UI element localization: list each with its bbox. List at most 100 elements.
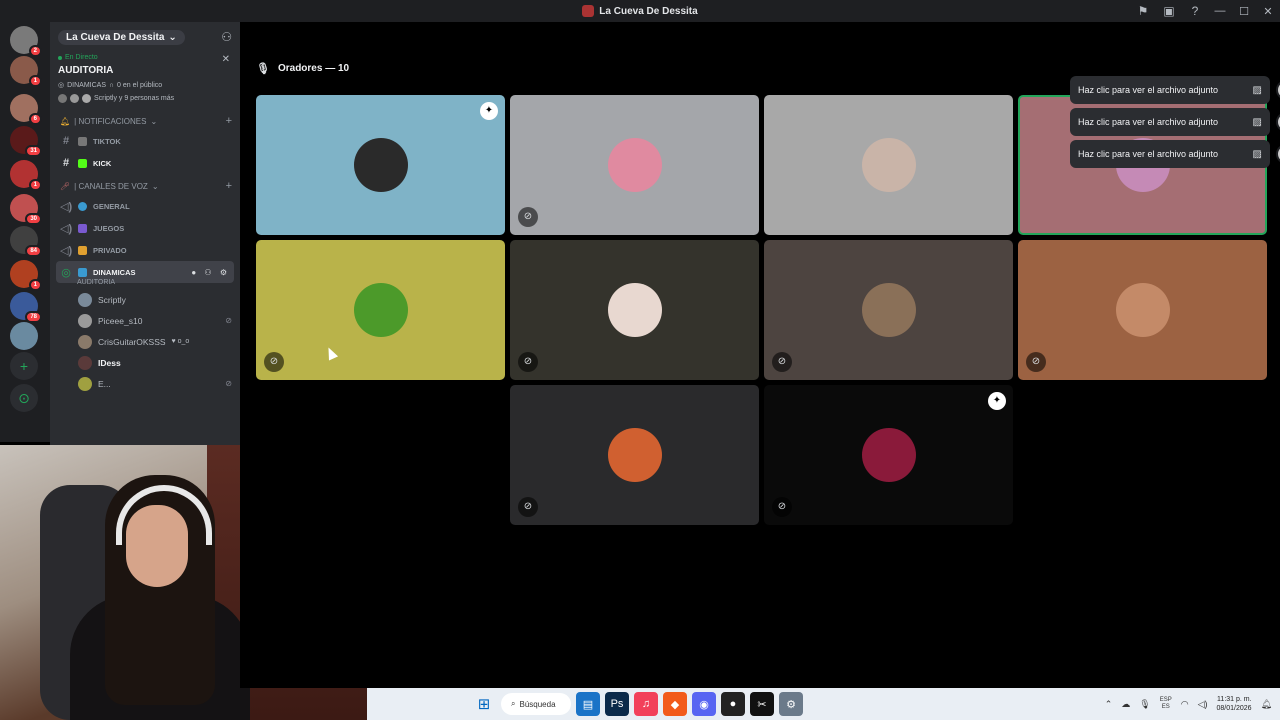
avatar	[78, 334, 92, 349]
channel-sublabel: AUDITORIA	[77, 279, 115, 286]
server-icon[interactable]: 1	[10, 56, 42, 87]
voice-user[interactable]: Piceee_s10 ⊘	[50, 310, 240, 331]
window-title-text: La Cueva De Dessita	[599, 5, 698, 17]
lock-icon	[78, 245, 87, 255]
notification-bell-icon[interactable]: 🔔︎	[1261, 699, 1272, 710]
server-icon[interactable]: 78	[10, 292, 42, 323]
server-name-pill[interactable]: La Cueva De Dessita ⌄	[58, 29, 185, 45]
voice-channel-privado[interactable]: ◁) PRIVADO	[50, 239, 240, 261]
channel-label: KICK	[93, 158, 112, 168]
avatar	[861, 428, 916, 482]
clock[interactable]: 11:31 p. m. 08/01/2026	[1217, 695, 1252, 713]
avatar	[861, 283, 916, 337]
onedrive-icon[interactable]: ☁	[1121, 699, 1130, 710]
server-icon[interactable]: 1	[10, 260, 42, 291]
channel-sidebar: La Cueva De Dessita ⌄ ⚇ En Directo AUDIT…	[50, 22, 240, 445]
speaker-tile[interactable]: ⊘	[510, 95, 759, 235]
discover-icon[interactable]: ⊙	[10, 384, 38, 412]
add-channel-icon[interactable]: +	[226, 180, 232, 192]
voice-user[interactable]: E... ⊘	[50, 373, 240, 394]
inbox-icon[interactable]: ▣	[1156, 4, 1182, 18]
toast-text: Haz clic para ver el archivo adjunto	[1078, 149, 1219, 159]
server-icon[interactable]: 30	[10, 194, 42, 225]
speaker-tile[interactable]: ⊘	[510, 385, 759, 525]
lang-bottom: ES	[1161, 704, 1170, 710]
speaker-tile[interactable]: ⊘	[510, 240, 759, 380]
unread-badge: 78	[25, 311, 42, 323]
server-icon[interactable]: 1	[10, 160, 42, 191]
avatar	[1276, 80, 1280, 100]
live-details: ◎ DINAMICAS ∩ 0 en el público	[58, 81, 232, 90]
server-icon[interactable]: 6	[10, 94, 42, 125]
server-icon[interactable]: 2	[10, 26, 42, 57]
server-icon[interactable]: 31	[10, 126, 42, 157]
avatar	[1276, 144, 1280, 164]
attachment-toast[interactable]: Haz clic para ver el archivo adjunto ▨	[1070, 76, 1280, 104]
avatar	[353, 138, 408, 192]
voice-channel-juegos[interactable]: ◁) JUEGOS	[50, 217, 240, 239]
obs-icon[interactable]: ●	[721, 692, 745, 716]
mic-muted-icon: ⊘	[225, 379, 232, 388]
stage-icon: ◎	[61, 266, 71, 279]
voice-channel-general[interactable]: ◁) GENERAL	[50, 195, 240, 217]
voice-user[interactable]: IDess	[50, 352, 240, 373]
capcut-icon[interactable]: ✂	[750, 692, 774, 716]
language-indicator[interactable]: ESP ES	[1160, 697, 1172, 711]
voice-user[interactable]: CrisGuitarOKSSS ♥ o_o	[50, 331, 240, 352]
attachment-toast[interactable]: Haz clic para ver el archivo adjunto ▨	[1070, 140, 1280, 168]
voice-user[interactable]: Scriptly	[50, 289, 240, 310]
hashtag-icon: #	[62, 135, 70, 147]
speaker-tile[interactable]: ⊘	[764, 240, 1013, 380]
server-icon[interactable]	[10, 322, 38, 350]
channel-label: GENERAL	[93, 201, 130, 211]
moderator-badge-icon: ✦	[480, 102, 498, 120]
unread-badge: 1	[28, 279, 42, 291]
toast-text: Haz clic para ver el archivo adjunto	[1078, 117, 1219, 127]
add-channel-icon[interactable]: +	[226, 115, 232, 127]
server-icon[interactable]: 84	[10, 226, 42, 257]
add-server-icon[interactable]: +	[10, 352, 38, 380]
maximize-button[interactable]: ☐	[1232, 5, 1256, 18]
discord-icon[interactable]: ◉	[692, 692, 716, 716]
channel-label: DINAMICAS	[93, 267, 136, 277]
wifi-icon[interactable]: ◠	[1181, 699, 1189, 710]
close-button[interactable]: ✕	[1256, 5, 1280, 18]
live-stage-card[interactable]: En Directo AUDITORIA ◎ DINAMICAS ∩ 0 en …	[50, 52, 240, 109]
speaker-tile[interactable]: ⊘	[256, 240, 505, 380]
image-icon: ▨	[1252, 116, 1262, 128]
explorer-icon[interactable]: ▤	[576, 692, 600, 716]
avatar	[82, 94, 91, 103]
speaker-tile[interactable]: ⊘ ✦	[764, 385, 1013, 525]
speaker-tile[interactable]	[764, 95, 1013, 235]
server-header[interactable]: La Cueva De Dessita ⌄ ⚇	[50, 22, 240, 52]
add-member-icon[interactable]: ⚇	[221, 30, 232, 44]
bell-icon: 🔔︎	[60, 116, 71, 126]
speaker-tile[interactable]: ⊘	[1018, 240, 1267, 380]
search-placeholder: Búsqueda	[519, 699, 556, 709]
toast-text: Haz clic para ver el archivo adjunto	[1078, 85, 1219, 95]
channel-kick[interactable]: # KICK	[50, 152, 240, 174]
minimize-button[interactable]: —	[1208, 5, 1232, 17]
avatar	[353, 283, 408, 337]
music-icon[interactable]: ♫	[634, 692, 658, 716]
user-name: IDess	[98, 357, 121, 368]
settings-icon[interactable]: ⚙	[779, 692, 803, 716]
speaker-tile[interactable]: ✦	[256, 95, 505, 235]
taskbar-search[interactable]: ⌕ Búsqueda	[501, 693, 571, 715]
category-canales-de-voz[interactable]: 🎤︎ | CANALES DE VOZ ⌄ +	[50, 174, 240, 195]
close-icon[interactable]: ✕	[222, 54, 230, 65]
help-icon[interactable]: ?	[1182, 4, 1208, 18]
windows-start-icon[interactable]: ⊞	[472, 692, 496, 716]
brave-icon[interactable]: ◆	[663, 692, 687, 716]
mic-icon[interactable]: 🎙︎	[1139, 699, 1150, 710]
user-name: CrisGuitarOKSSS	[98, 336, 166, 347]
volume-icon[interactable]: ◁)	[1198, 699, 1208, 710]
channel-tiktok[interactable]: # TIKTOK	[50, 130, 240, 152]
category-notificaciones[interactable]: 🔔︎ | NOTIFICACIONES ⌄ +	[50, 109, 240, 130]
channel-emoji-icon	[78, 201, 87, 211]
pin-icon[interactable]: ⚑	[1130, 4, 1156, 18]
photoshop-icon[interactable]: Ps	[605, 692, 629, 716]
channel-tools-icons[interactable]: ● ⚇ ⚙	[191, 268, 230, 277]
attachment-toast[interactable]: Haz clic para ver el archivo adjunto ▨	[1070, 108, 1280, 136]
chevron-up-icon[interactable]: ⌃	[1105, 699, 1113, 710]
